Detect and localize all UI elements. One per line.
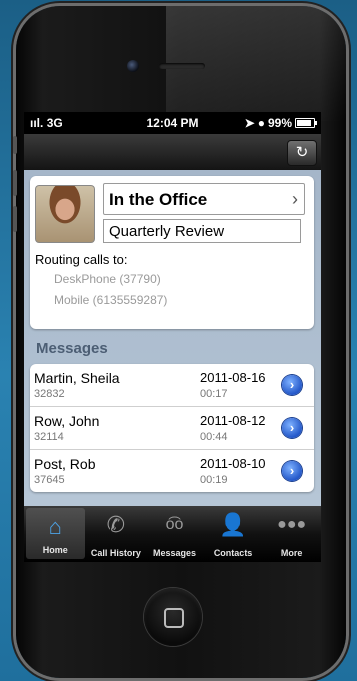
messages-list: Martin, Sheila 32832 2011-08-16 00:17 › … [30,364,314,492]
refresh-icon: ↻ [295,144,309,161]
tab-home[interactable]: ⌂ Home [26,508,85,559]
message-date: 2011-08-10 [200,456,266,471]
presence-subject-field[interactable]: Quarterly Review [103,219,301,243]
presence-card: In the Office › Quarterly Review Routing… [30,176,314,329]
message-row[interactable]: Post, Rob 37645 2011-08-10 00:19 › [30,450,314,492]
status-right: ➤ ● 99% [244,116,317,130]
navigation-bar: ↻ [24,134,321,170]
battery-icon [295,118,317,128]
tab-messages[interactable]: o͡o Messages [145,506,204,562]
presence-status-selector[interactable]: In the Office › [103,183,305,215]
person-icon: 👤 [219,512,247,537]
home-button[interactable] [144,588,202,646]
message-row[interactable]: Row, John 32114 2011-08-12 00:44 › [30,407,314,450]
status-bar: ııl. 3G 12:04 PM ➤ ● 99% [24,112,321,134]
message-date: 2011-08-12 [200,413,266,428]
tab-contacts[interactable]: 👤 Contacts [204,506,263,562]
tab-more[interactable]: ●●● More [262,506,321,562]
disclosure-button[interactable]: › [282,418,302,438]
disclosure-button[interactable]: › [282,461,302,481]
phone-history-icon: ✆ [106,512,126,537]
message-caller: Row, John [34,413,100,429]
home-content: In the Office › Quarterly Review Routing… [24,170,321,506]
volume-up-button [13,170,17,196]
refresh-button[interactable]: ↻ [287,140,317,166]
message-date: 2011-08-16 [200,370,266,385]
message-duration: 00:17 [200,388,228,400]
phone-screen: ııl. 3G 12:04 PM ➤ ● 99% ↻ In the Office… [24,112,321,562]
message-caller: Martin, Sheila [34,370,120,386]
disclosure-button[interactable]: › [282,375,302,395]
presence-subject: Quarterly Review [109,223,225,240]
message-row[interactable]: Martin, Sheila 32832 2011-08-16 00:17 › [30,364,314,407]
more-icon: ●●● [277,516,307,533]
routing-mobile: Mobile (6135559287) [54,293,168,307]
battery-percent: 99% [267,116,292,130]
presence-status: In the Office [109,190,208,209]
alarm-icon: ● [257,116,265,130]
volume-down-button [13,206,17,232]
front-camera [127,60,139,72]
routing-title: Routing calls to: [35,252,128,267]
routing-deskphone: DeskPhone (37790) [54,272,161,286]
tab-bar: ⌂ Home ✆ Call History o͡o Messages 👤 Con… [24,506,321,562]
location-icon: ➤ [244,116,255,130]
chevron-right-icon: › [289,377,295,392]
message-extension: 32114 [34,431,64,443]
chevron-right-icon: › [289,420,295,435]
chevron-right-icon: › [292,189,298,209]
earpiece-speaker [159,63,205,69]
chevron-right-icon: › [289,463,295,478]
message-extension: 32832 [34,388,65,400]
tab-call-history[interactable]: ✆ Call History [87,506,146,562]
messages-section-title: Messages [36,340,108,357]
home-icon: ⌂ [48,514,62,539]
message-duration: 00:44 [200,431,228,443]
message-extension: 37645 [34,474,65,486]
message-caller: Post, Rob [34,456,96,472]
voicemail-icon: o͡o [165,516,184,533]
message-duration: 00:19 [200,474,228,486]
avatar[interactable] [35,185,95,243]
mute-switch [13,136,17,154]
